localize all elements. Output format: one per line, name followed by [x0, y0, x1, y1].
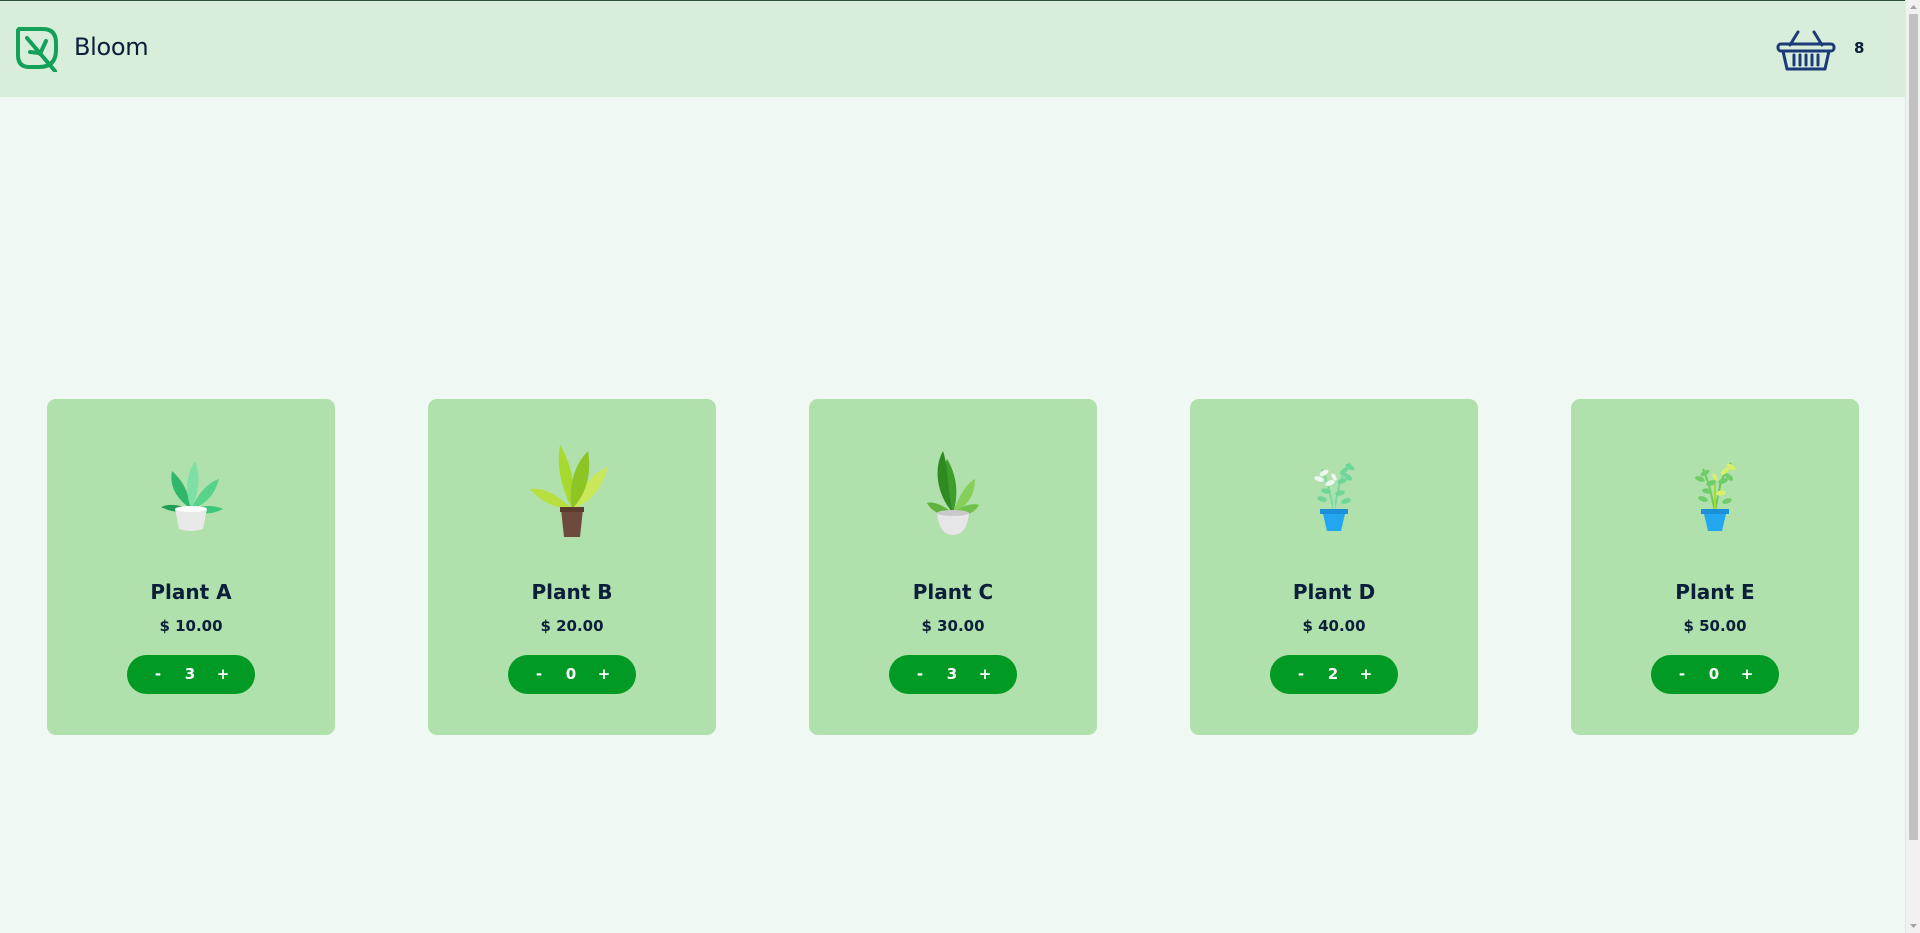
- quantity-stepper: - 3 +: [127, 655, 255, 694]
- increment-button[interactable]: +: [1730, 655, 1764, 694]
- vertical-scrollbar[interactable]: [1905, 0, 1920, 933]
- brand-name[interactable]: Bloom: [74, 33, 149, 61]
- quantity-value: 0: [1708, 665, 1720, 683]
- product-card-plant-c: Plant C $ 30.00 - 3 +: [809, 399, 1097, 735]
- potted-plant-icon: [927, 451, 979, 535]
- quantity-value: 2: [1327, 665, 1339, 683]
- cart-count: 8: [1854, 39, 1865, 57]
- quantity-stepper: - 2 +: [1270, 655, 1398, 694]
- product-card-plant-d: Plant D $ 40.00 - 2 +: [1190, 399, 1478, 735]
- product-name: Plant B: [531, 580, 613, 604]
- product-price: $ 40.00: [1302, 617, 1366, 635]
- scroll-down-arrow-icon[interactable]: [1909, 921, 1918, 931]
- product-name: Plant A: [150, 580, 232, 604]
- product-price: $ 50.00: [1683, 617, 1747, 635]
- product-price: $ 30.00: [921, 617, 985, 635]
- product-price: $ 10.00: [159, 617, 223, 635]
- product-card-plant-a: Plant A $ 10.00 - 3 +: [47, 399, 335, 735]
- scroll-up-arrow-icon[interactable]: [1909, 2, 1918, 12]
- scrollbar-thumb[interactable]: [1909, 14, 1918, 840]
- product-card-plant-e: Plant E $ 50.00 - 0 +: [1571, 399, 1859, 735]
- product-name: Plant E: [1675, 580, 1755, 604]
- increment-button[interactable]: +: [1349, 655, 1383, 694]
- product-name: Plant C: [912, 580, 994, 604]
- increment-button[interactable]: +: [968, 655, 1002, 694]
- basket-icon[interactable]: [1776, 30, 1836, 72]
- header-bar: Bloom 8: [0, 1, 1905, 97]
- product-price: $ 20.00: [540, 617, 604, 635]
- potted-plant-icon: [1314, 462, 1355, 531]
- product-name: Plant D: [1292, 580, 1376, 604]
- quantity-value: 3: [184, 665, 196, 683]
- quantity-value: 3: [946, 665, 958, 683]
- leaf-logo-icon[interactable]: [13, 25, 60, 72]
- quantity-stepper: - 0 +: [508, 655, 636, 694]
- quantity-stepper: - 3 +: [889, 655, 1017, 694]
- potted-plant-icon: [161, 461, 223, 531]
- potted-plant-icon: [530, 445, 608, 537]
- increment-button[interactable]: +: [206, 655, 240, 694]
- quantity-stepper: - 0 +: [1651, 655, 1779, 694]
- potted-plant-icon: [1695, 462, 1736, 531]
- increment-button[interactable]: +: [587, 655, 621, 694]
- quantity-value: 0: [565, 665, 577, 683]
- product-card-plant-b: Plant B $ 20.00 - 0 +: [428, 399, 716, 735]
